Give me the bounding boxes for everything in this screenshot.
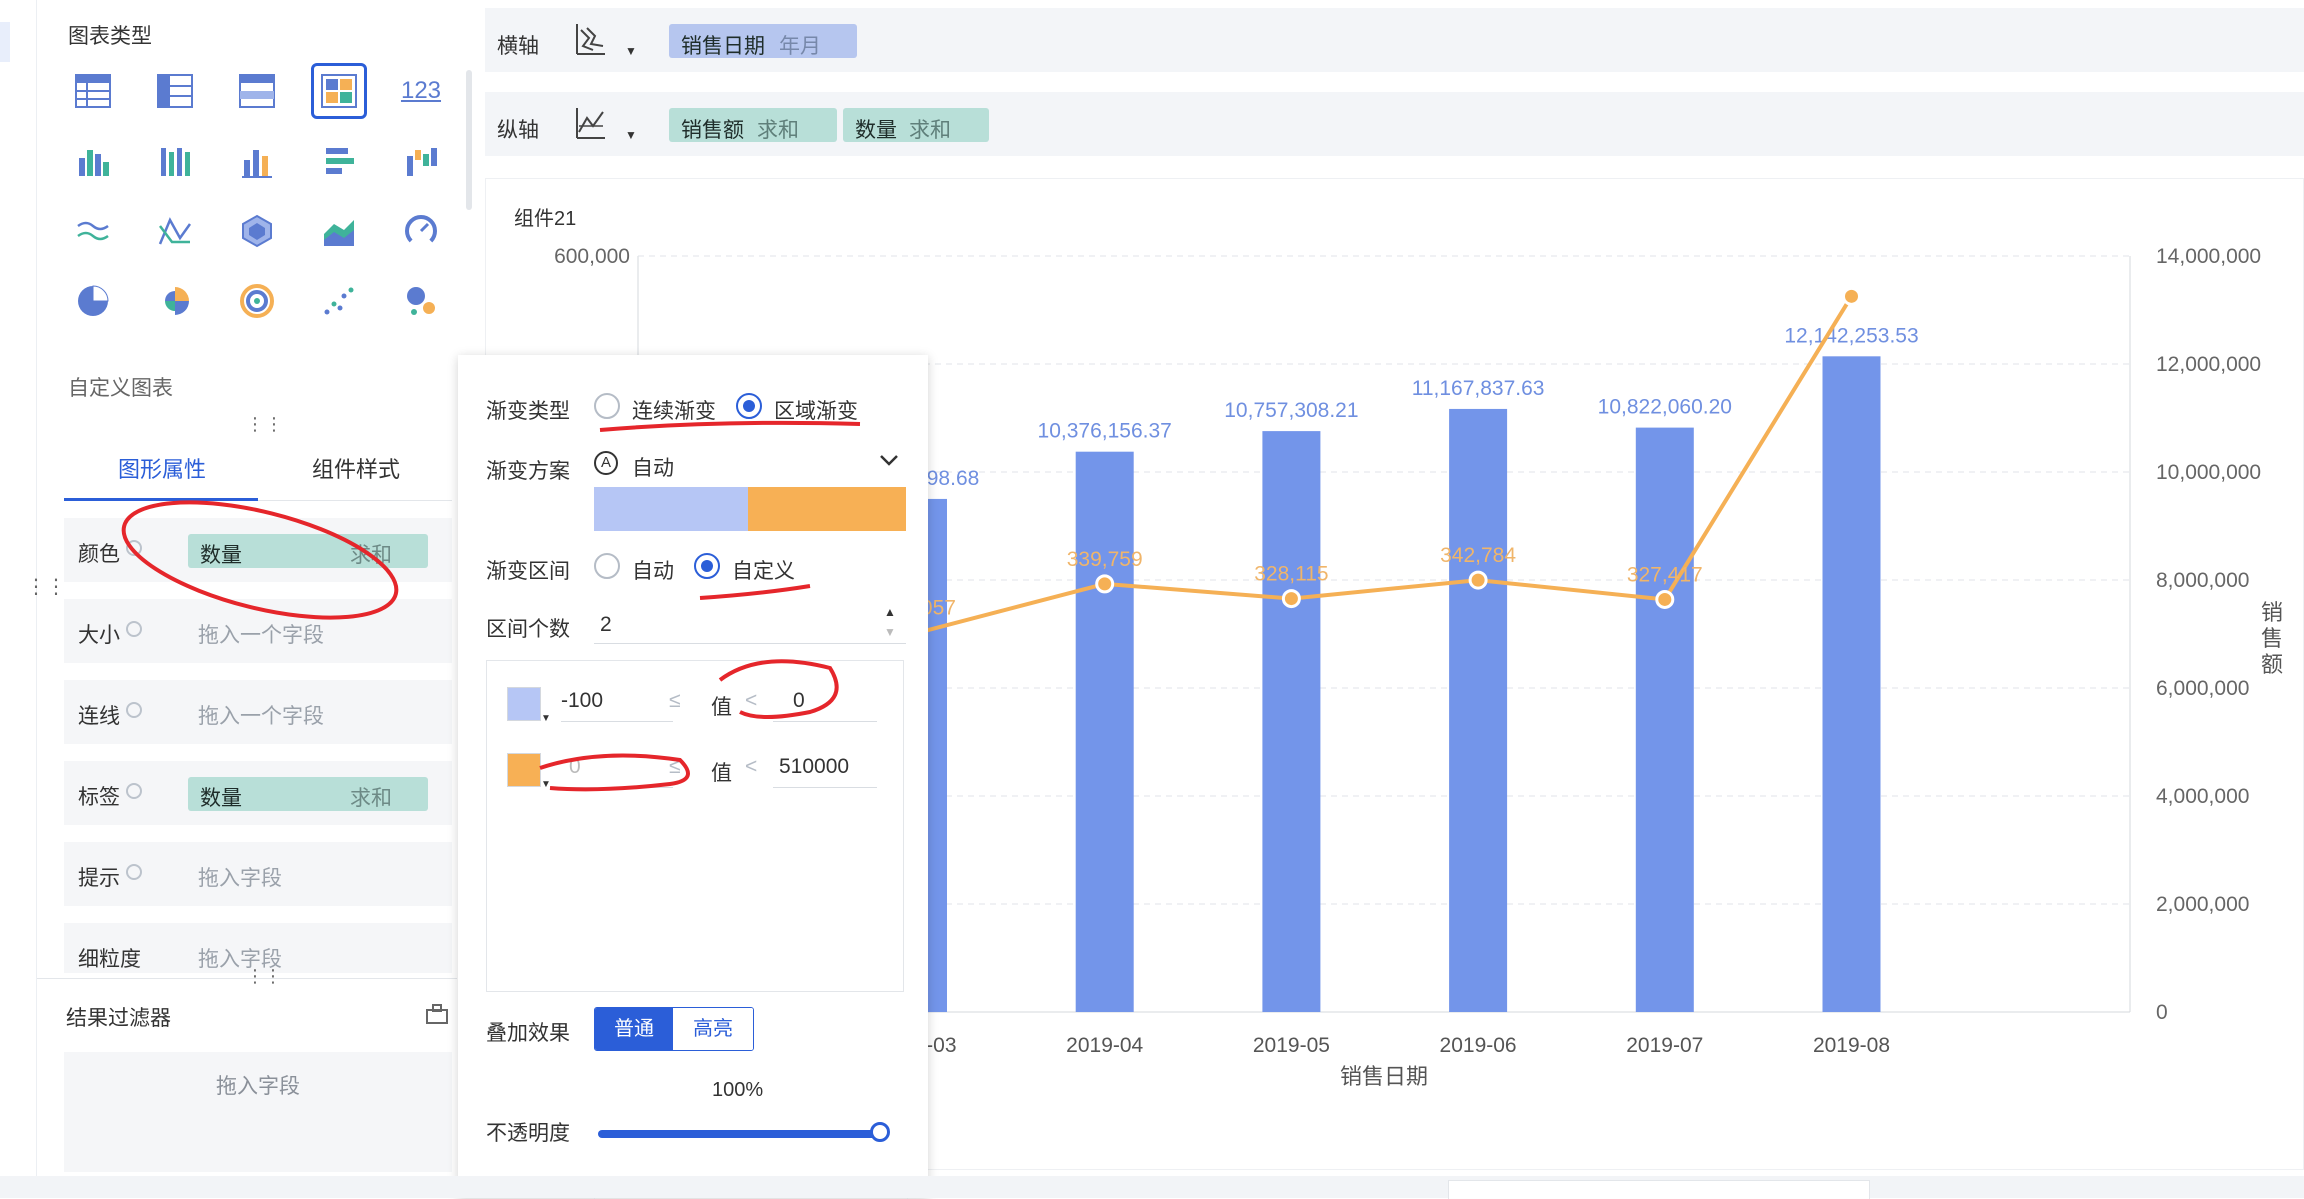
range1-op1[interactable]: ≤ bbox=[669, 689, 681, 713]
opacity-slider-knob[interactable] bbox=[870, 1122, 890, 1142]
line-data-label: 327,417 bbox=[1627, 563, 1703, 586]
range2-op2[interactable]: < bbox=[745, 755, 757, 779]
bar-data-label: 10,822,060.20 bbox=[1598, 396, 1732, 419]
line-point bbox=[1095, 574, 1115, 594]
range-label: 渐变区间 bbox=[486, 560, 570, 583]
x-axis-title: 销售日期 bbox=[1340, 1064, 1428, 1089]
bar-data-label: 11,167,837.63 bbox=[1412, 377, 1545, 400]
right-y-tick-label: 14,000,000 bbox=[2156, 245, 2261, 268]
combo-chart: 0 2,000,000 4,000,000 6,000,000 8,000,000 10,… bbox=[554, 245, 2283, 1089]
line-data-label: 339,759 bbox=[1067, 548, 1143, 571]
bar bbox=[1822, 356, 1881, 1012]
gradient-preview-bar bbox=[594, 487, 906, 531]
right-y-tick-label: 4,000,000 bbox=[2156, 785, 2249, 808]
x-tick-label: 2019-04 bbox=[1066, 1034, 1143, 1057]
x-tick-label: 2019-05 bbox=[1253, 1034, 1330, 1057]
radio-range-auto[interactable] bbox=[594, 553, 620, 579]
range2-value-word: 值 bbox=[711, 762, 732, 785]
scheme-value: 自动 bbox=[632, 457, 674, 480]
zone-gradient-label: 区域渐变 bbox=[774, 400, 858, 423]
bar-data-label: 10,376,156.37 bbox=[1038, 420, 1172, 443]
range1-from-value: -100 bbox=[561, 689, 604, 712]
chevron-down-icon[interactable]: ▼ bbox=[541, 779, 551, 790]
x-tick-label: 2019-06 bbox=[1440, 1034, 1517, 1057]
stepper-down-icon[interactable]: ▼ bbox=[884, 625, 896, 639]
bar bbox=[1449, 408, 1508, 1012]
bottom-strip bbox=[0, 1176, 2304, 1199]
bar bbox=[1635, 427, 1694, 1012]
range2-to-input[interactable]: 510000 bbox=[773, 755, 877, 788]
radio-zone-gradient[interactable] bbox=[736, 393, 762, 419]
right-y-tick-label: 12,000,000 bbox=[2156, 353, 2261, 376]
left-y-tick-label: 600,000 bbox=[554, 245, 630, 268]
stepper-up-icon[interactable]: ▲ bbox=[884, 605, 896, 619]
count-label: 区间个数 bbox=[486, 618, 570, 641]
scheme-label: 渐变方案 bbox=[486, 460, 570, 483]
range-list: ▼ -100 ≤ 值 < 0 ▼ 0 ≤ 值 < 510000 bbox=[486, 660, 904, 992]
range1-from-input[interactable]: -100 bbox=[561, 689, 673, 722]
range1-to-value: 0 bbox=[793, 689, 805, 712]
range1-value-word: 值 bbox=[711, 696, 732, 719]
right-y-tick-label: 0 bbox=[2156, 1001, 2168, 1024]
gradient-color-b bbox=[748, 487, 906, 531]
range1-color-swatch[interactable] bbox=[507, 687, 541, 721]
range2-op1[interactable]: ≤ bbox=[669, 755, 681, 779]
overlay-normal-button[interactable]: 普通 bbox=[595, 1008, 673, 1050]
line-data-label: 328,115 bbox=[1254, 563, 1328, 586]
chevron-down-icon[interactable] bbox=[878, 449, 900, 476]
range1-op2[interactable]: < bbox=[745, 689, 757, 713]
range-auto-label: 自动 bbox=[632, 560, 674, 583]
range2-to-value: 510000 bbox=[779, 755, 850, 778]
x-tick-label: 2019-08 bbox=[1813, 1034, 1890, 1057]
radio-continuous-gradient[interactable] bbox=[594, 393, 620, 419]
right-y-tick-label: 2,000,000 bbox=[2156, 893, 2249, 916]
right-axis-title-char: 额 bbox=[2261, 652, 2283, 677]
opacity-value: 100% bbox=[712, 1079, 764, 1101]
gradient-color-a bbox=[594, 487, 748, 531]
overlay-highlight-button[interactable]: 高亮 bbox=[673, 1008, 753, 1050]
bar bbox=[1262, 431, 1321, 1012]
right-y-tick-label: 8,000,000 bbox=[2156, 569, 2249, 592]
bar bbox=[1075, 451, 1134, 1012]
right-y-tick-label: 10,000,000 bbox=[2156, 461, 2261, 484]
scheme-select[interactable]: A 自动 bbox=[594, 447, 906, 481]
line-point bbox=[1281, 589, 1301, 609]
auto-scheme-icon: A bbox=[594, 451, 618, 475]
range2-color-swatch[interactable] bbox=[507, 753, 541, 787]
x-tick-label: 2019-07 bbox=[1626, 1034, 1703, 1057]
count-value: 2 bbox=[600, 613, 612, 636]
range1-to-input[interactable]: 0 bbox=[773, 689, 877, 722]
right-axis-title-char: 售 bbox=[2261, 626, 2283, 651]
overlay-label: 叠加效果 bbox=[486, 1022, 570, 1045]
right-axis-title-char: 销 bbox=[2261, 600, 2283, 625]
line-point bbox=[1842, 286, 1861, 306]
range2-from-input[interactable]: 0 bbox=[561, 755, 673, 788]
range-custom-label: 自定义 bbox=[732, 560, 795, 583]
right-y-tick-label: 6,000,000 bbox=[2156, 677, 2249, 700]
gradient-settings-popup: 渐变类型 连续渐变 区域渐变 渐变方案 A 自动 渐变区间 自动 自定义 区间个… bbox=[458, 355, 928, 1199]
gradient-type-label: 渐变类型 bbox=[486, 400, 570, 423]
continuous-gradient-label: 连续渐变 bbox=[632, 400, 716, 423]
bar-data-label: 12,142,253.53 bbox=[1784, 324, 1918, 347]
bar-data-label: 10,757,308.21 bbox=[1224, 399, 1358, 422]
chevron-down-icon[interactable]: ▼ bbox=[541, 713, 551, 724]
opacity-slider-track[interactable] bbox=[598, 1130, 880, 1138]
radio-range-custom[interactable] bbox=[694, 553, 720, 579]
sheet-tab[interactable] bbox=[1448, 1180, 1870, 1199]
line-data-label: 342,784 bbox=[1440, 544, 1516, 567]
line-point bbox=[1655, 589, 1675, 609]
overlay-toggle: 普通 高亮 bbox=[594, 1007, 754, 1051]
count-stepper[interactable]: 2 ▲ ▼ bbox=[594, 605, 906, 644]
range2-from-value: 0 bbox=[569, 755, 581, 778]
opacity-label: 不透明度 bbox=[486, 1122, 570, 1145]
line-point bbox=[1468, 570, 1488, 590]
